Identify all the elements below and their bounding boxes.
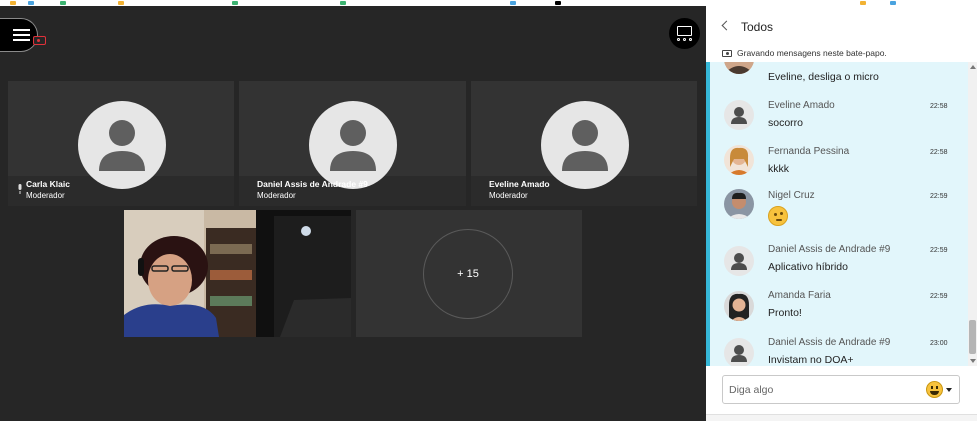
message-sender: Amanda Faria bbox=[768, 290, 831, 301]
message-text: socorro bbox=[768, 117, 804, 129]
message-sender: Nigel Cruz bbox=[768, 190, 815, 201]
chat-message: Eveline Amado 22:58 socorro bbox=[710, 92, 968, 136]
participant-role: Moderador bbox=[257, 191, 296, 200]
screen-layout-icon bbox=[677, 26, 692, 36]
default-avatar-icon bbox=[724, 246, 754, 276]
chat-message: Nigel Cruz 22:59 bbox=[710, 184, 968, 228]
message-time: 22:59 bbox=[930, 247, 948, 254]
scrollbar-thumb[interactable] bbox=[969, 320, 976, 354]
chat-message-input[interactable] bbox=[729, 382, 919, 398]
more-participants-count: + 15 bbox=[423, 229, 513, 319]
chevron-down-icon[interactable] bbox=[946, 388, 952, 392]
message-sender: Daniel Assis de Andrade #9 bbox=[768, 337, 891, 348]
message-time: 22:59 bbox=[930, 193, 948, 200]
chat-title: Todos bbox=[741, 20, 774, 34]
recording-notice: Gravando mensagens neste bate-papo. bbox=[722, 47, 887, 59]
chat-message: Amanda Faria 22:59 Pronto! bbox=[710, 284, 968, 328]
user-photo-avatar bbox=[724, 291, 754, 321]
message-text: Eveline, desliga o micro bbox=[768, 71, 879, 83]
default-avatar-icon bbox=[541, 101, 629, 189]
thinking-face-emoji-icon bbox=[768, 206, 788, 226]
emoji-picker-icon[interactable] bbox=[926, 381, 943, 398]
chat-message: Daniel Assis de Andrade #9 22:59 Aplicat… bbox=[710, 238, 968, 282]
chat-header: Todos bbox=[706, 6, 977, 44]
chat-input-box bbox=[722, 375, 960, 404]
layout-toggle-button[interactable] bbox=[669, 18, 700, 49]
more-participants-tile[interactable]: + 15 bbox=[356, 210, 582, 337]
message-time: 22:58 bbox=[930, 103, 948, 110]
open-menu-button[interactable] bbox=[0, 18, 38, 52]
participant-tile-carla[interactable]: Carla Klaic Moderador bbox=[8, 81, 234, 206]
participant-name: Carla Klaic bbox=[26, 179, 70, 189]
participant-role: Moderador bbox=[26, 191, 65, 200]
recording-icon bbox=[33, 36, 46, 45]
microphone-icon bbox=[18, 184, 22, 194]
chat-message: Fernanda Pessina 22:58 kkkk bbox=[710, 138, 968, 182]
chevron-left-icon[interactable] bbox=[721, 20, 732, 31]
participant-name: Eveline Amado bbox=[489, 179, 550, 189]
chat-message-list[interactable]: Eveline, desliga o micro Eveline Amado 2… bbox=[706, 62, 968, 366]
scroll-up-arrow-icon[interactable] bbox=[970, 65, 976, 69]
scroll-down-arrow-icon[interactable] bbox=[970, 359, 976, 363]
participant-camera-video[interactable] bbox=[124, 210, 351, 337]
message-time: 23:00 bbox=[930, 340, 948, 347]
chat-message: Eveline, desliga o micro bbox=[710, 62, 968, 86]
default-avatar-icon bbox=[78, 101, 166, 189]
chat-panel: Todos Gravando mensagens neste bate-papo… bbox=[706, 6, 977, 421]
message-text: Invistam no DOA+ bbox=[768, 354, 854, 366]
chat-message: Daniel Assis de Andrade #9 23:00 Invista… bbox=[710, 330, 968, 366]
participant-name: Daniel Assis de Andrade #9 bbox=[257, 179, 368, 189]
chat-scrollbar[interactable] bbox=[968, 62, 977, 366]
message-sender: Daniel Assis de Andrade #9 bbox=[768, 244, 891, 255]
participant-tile-eveline[interactable]: Eveline Amado Moderador bbox=[471, 81, 697, 206]
message-time: 22:59 bbox=[930, 293, 948, 300]
message-sender: Eveline Amado bbox=[768, 100, 835, 111]
message-time: 22:58 bbox=[930, 149, 948, 156]
default-avatar-icon bbox=[309, 101, 397, 189]
message-text: Pronto! bbox=[768, 307, 802, 319]
message-sender: Fernanda Pessina bbox=[768, 146, 850, 157]
video-stage bbox=[0, 6, 706, 421]
message-text: kkkk bbox=[768, 163, 789, 175]
default-avatar-icon bbox=[724, 338, 754, 366]
user-photo-avatar bbox=[724, 62, 754, 74]
recording-icon bbox=[722, 49, 732, 57]
participant-tile-daniel[interactable]: Daniel Assis de Andrade #9 Moderador bbox=[239, 81, 466, 206]
user-photo-avatar bbox=[724, 189, 754, 219]
message-text: Aplicativo híbrido bbox=[768, 261, 848, 273]
user-photo-avatar bbox=[724, 145, 754, 175]
participant-role: Moderador bbox=[489, 191, 528, 200]
chat-footer bbox=[706, 414, 977, 421]
default-avatar-icon bbox=[724, 100, 754, 130]
